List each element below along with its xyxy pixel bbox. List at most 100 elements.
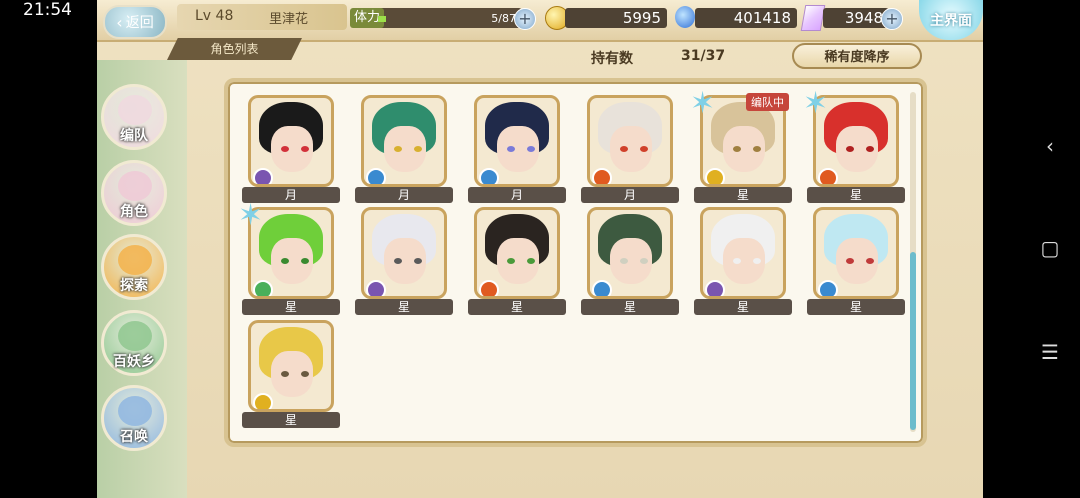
character-eye — [846, 258, 854, 264]
menu-item-0[interactable]: 编队 — [101, 84, 167, 150]
character-eye — [733, 258, 741, 264]
character-eye — [507, 146, 515, 152]
top-bar: ‹ 返回 Lv 48 里津花 体力 5/87 + 5995 401418 394… — [97, 0, 983, 42]
gem-amount: 3948 — [823, 8, 889, 28]
back-button[interactable]: ‹ 返回 — [103, 5, 167, 39]
star-mark-icon: ✶ — [238, 198, 264, 233]
character-portrait — [361, 95, 447, 187]
game-screen: ‹ 返回 Lv 48 里津花 体力 5/87 + 5995 401418 394… — [97, 0, 983, 498]
menu-label: 百妖乡 — [113, 354, 155, 370]
element-icon — [818, 168, 838, 184]
character-portrait — [587, 207, 673, 299]
element-icon — [592, 280, 612, 296]
character-eye — [281, 146, 289, 152]
water-drop-icon — [675, 6, 695, 28]
rank-label: 月 — [581, 187, 679, 203]
menu-item-1[interactable]: 角色 — [101, 160, 167, 226]
add-gems-button[interactable]: + — [881, 8, 903, 30]
scrollbar[interactable] — [910, 92, 916, 432]
owned-label: 持有数 — [591, 51, 633, 67]
menu-item-2[interactable]: 探索 — [101, 234, 167, 300]
stamina-value: 5/87 — [491, 12, 516, 25]
rank-label: 星 — [694, 299, 792, 315]
gold-amount: 5995 — [565, 8, 667, 28]
character-card[interactable]: ✶ 编队中星 — [690, 89, 792, 207]
menu-icon — [118, 245, 152, 275]
element-icon — [705, 280, 725, 296]
character-card[interactable]: 星 — [694, 207, 792, 319]
rank-label: 月 — [355, 187, 453, 203]
add-stamina-button[interactable]: + — [514, 8, 536, 30]
character-eye — [733, 146, 741, 152]
rank-label: 星 — [694, 187, 792, 203]
character-card[interactable]: 星 — [355, 207, 453, 319]
status-clock: 21:54 — [23, 0, 72, 20]
page-title: 角色列表 — [167, 38, 302, 60]
character-eye — [507, 258, 515, 264]
nav-menu-icon[interactable]: ☰ — [1036, 340, 1064, 364]
character-card[interactable]: 月 — [468, 95, 566, 207]
element-icon — [705, 168, 725, 184]
character-card[interactable]: 星 — [581, 207, 679, 319]
character-card[interactable]: ✶ 星 — [238, 201, 340, 319]
player-name: 里津花 — [269, 12, 309, 27]
character-card[interactable]: 星 — [807, 207, 905, 319]
rank-label: 星 — [242, 299, 340, 315]
character-card[interactable]: 月 — [355, 95, 453, 207]
menu-icon — [118, 396, 152, 426]
back-label: 返回 — [125, 15, 154, 31]
in-team-badge: 编队中 — [746, 93, 789, 111]
character-card[interactable]: 月 — [242, 95, 340, 207]
character-portrait — [700, 207, 786, 299]
menu-icon — [118, 95, 152, 125]
rank-label: 星 — [355, 299, 453, 315]
character-portrait — [474, 95, 560, 187]
menu-label: 角色 — [120, 204, 148, 220]
sort-button[interactable]: 稀有度降序 — [792, 43, 922, 69]
character-eye — [394, 146, 402, 152]
element-icon — [818, 280, 838, 296]
character-eye — [301, 371, 309, 377]
back-arrow-icon: ‹ — [116, 12, 123, 32]
character-portrait — [474, 207, 560, 299]
menu-icon — [118, 171, 152, 201]
character-eye — [527, 146, 535, 152]
nav-back-icon[interactable]: ‹ — [1036, 134, 1064, 158]
character-eye — [866, 258, 874, 264]
character-portrait — [248, 320, 334, 412]
character-eye — [414, 146, 422, 152]
star-mark-icon: ✶ — [690, 86, 716, 121]
nav-home-icon[interactable]: ▢ — [1036, 236, 1064, 260]
character-card[interactable]: 星 — [468, 207, 566, 319]
element-icon — [253, 393, 273, 409]
character-card[interactable]: 星 — [242, 320, 340, 432]
player-info: Lv 48 里津花 — [177, 4, 347, 30]
character-card[interactable]: 月 — [581, 95, 679, 207]
menu-label: 编队 — [120, 128, 148, 144]
rank-label: 星 — [581, 299, 679, 315]
element-icon — [592, 168, 612, 184]
element-icon — [479, 168, 499, 184]
character-card[interactable]: ✶ 星 — [803, 89, 905, 207]
scroll-thumb[interactable] — [910, 252, 916, 430]
player-level: Lv 48 — [195, 8, 234, 24]
stamina-fill — [378, 16, 386, 22]
character-eye — [301, 146, 309, 152]
menu-item-3[interactable]: 百妖乡 — [101, 310, 167, 376]
menu-item-4[interactable]: 召唤 — [101, 385, 167, 451]
character-portrait — [587, 95, 673, 187]
star-mark-icon: ✶ — [803, 86, 829, 121]
character-eye — [640, 146, 648, 152]
rank-label: 星 — [242, 412, 340, 428]
character-eye — [620, 258, 628, 264]
character-eye — [281, 258, 289, 264]
element-icon — [253, 168, 273, 184]
menu-label: 探索 — [120, 278, 148, 294]
element-icon — [253, 280, 273, 296]
character-eye — [640, 258, 648, 264]
system-nav-bar: ‹ ▢ ☰ — [983, 0, 1080, 498]
home-button[interactable]: 主界面 — [919, 0, 983, 40]
gem-icon — [800, 5, 826, 31]
element-icon — [479, 280, 499, 296]
character-portrait — [248, 95, 334, 187]
